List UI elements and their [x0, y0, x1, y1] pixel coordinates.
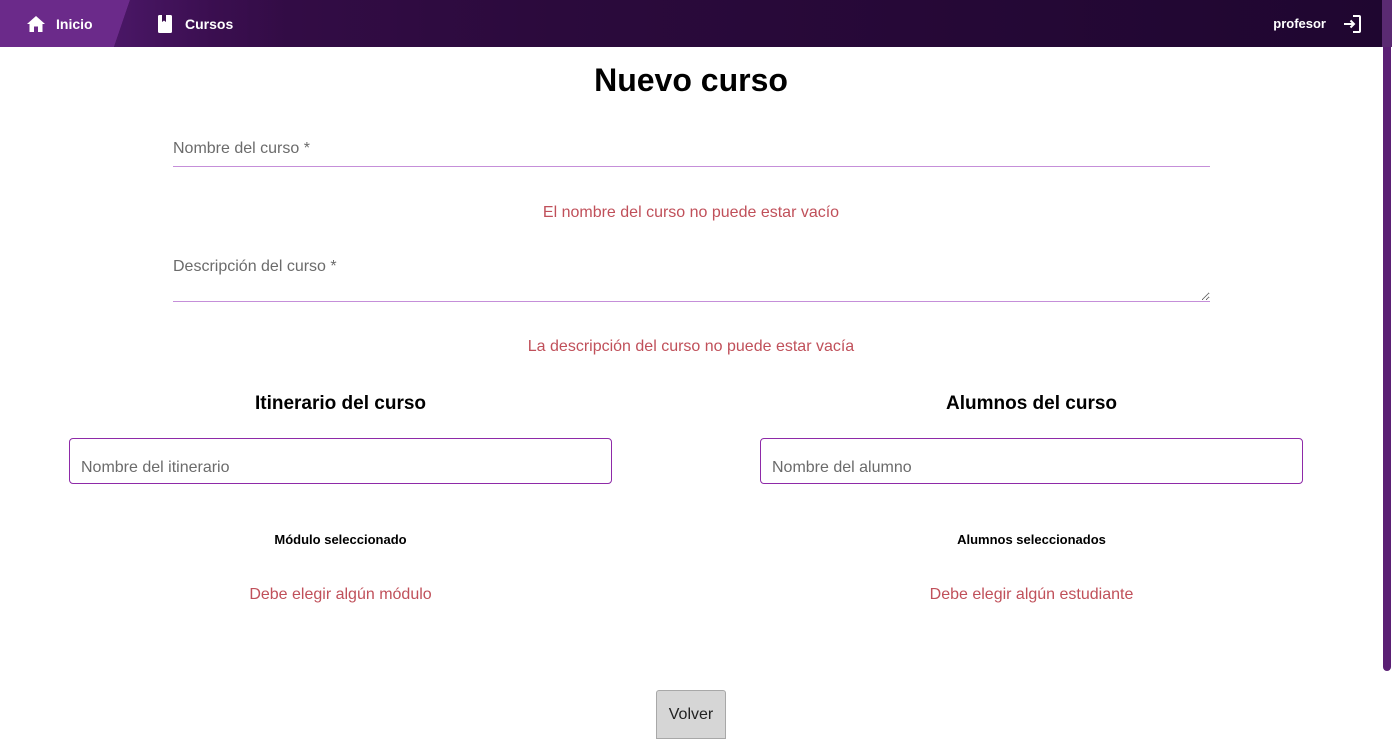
module-error: Debe elegir algún módulo — [249, 586, 432, 603]
selected-students-title: Alumnos seleccionados — [957, 532, 1106, 547]
logout-icon[interactable] — [1342, 14, 1362, 34]
user-area: profesor — [1273, 0, 1362, 47]
scrollbar-top — [1382, 0, 1392, 47]
itinerary-section-title: Itinerario del curso — [254, 393, 427, 414]
book-icon — [157, 14, 173, 34]
student-search-input[interactable] — [760, 438, 1303, 484]
course-name-error: El nombre del curso no puede estar vacío — [542, 204, 840, 221]
nav-home-label: Inicio — [56, 15, 93, 32]
username: profesor — [1273, 16, 1326, 31]
nav-courses-link[interactable]: Cursos — [114, 0, 284, 47]
itinerary-search-input[interactable] — [69, 438, 612, 484]
page-title: Nuevo curso — [594, 62, 788, 98]
scrollbar[interactable] — [1382, 47, 1392, 739]
course-description-input[interactable] — [173, 254, 1210, 302]
nav-home-link[interactable]: Inicio — [0, 0, 130, 47]
home-icon — [26, 15, 46, 33]
selected-module-title: Módulo seleccionado — [274, 532, 407, 547]
students-section-title: Alumnos del curso — [945, 393, 1118, 414]
nav-courses-label: Cursos — [185, 15, 234, 32]
course-name-input[interactable] — [173, 136, 1210, 167]
scrollbar-thumb[interactable] — [1383, 47, 1391, 671]
course-description-error: La descripción del curso no puede estar … — [527, 338, 855, 355]
back-button[interactable]: Volver — [656, 690, 726, 739]
student-error: Debe elegir algún estudiante — [929, 586, 1134, 603]
top-navbar: Inicio Cursos profesor — [0, 0, 1392, 47]
